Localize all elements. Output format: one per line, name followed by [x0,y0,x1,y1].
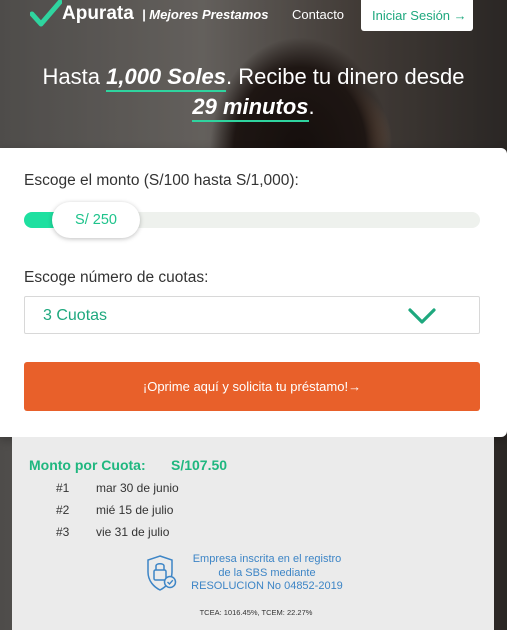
sbs-registration-text: Empresa inscrita en el registro de la SB… [172,553,362,594]
submit-label: ¡Oprime aquí y solicita tu préstamo! [142,379,349,394]
arrow-right-icon: → [348,379,362,394]
schedule-date: mar 30 de junio [96,481,179,495]
schedule-row: #2 mié 15 de julio [56,503,173,517]
navbar: Apurata | Mejores Prestamos Contacto Ini… [0,0,507,32]
headline-period: . [308,94,315,119]
check-logo-icon [30,0,62,27]
amount-slider-thumb[interactable]: S/ 250 [52,202,140,238]
amount-label: Escoge el monto (S/100 hasta S/1,000): [24,172,299,189]
contact-link[interactable]: Contacto [292,7,344,22]
login-button[interactable]: Iniciar Sesión → [361,0,473,31]
chevron-down-icon [408,308,436,324]
headline-time: 29 minutos [192,94,309,122]
schedule-row: #3 vie 31 de julio [56,525,169,539]
arrow-right-icon: → [453,8,467,23]
schedule-num: #2 [56,503,70,517]
headline-part2: . Recibe tu dinero desde [225,64,465,89]
loan-form-card: Escoge el monto (S/100 hasta S/1,000): S… [0,148,507,437]
brand-tagline: | Mejores Prestamos [142,7,269,22]
login-label: Iniciar Sesión [372,8,451,23]
schedule-date: mié 15 de julio [96,503,174,517]
submit-loan-button[interactable]: ¡Oprime aquí y solicita tu préstamo!→ [24,362,480,411]
sbs-line3: RESOLUCION No 04852-2019 [191,580,343,592]
monto-cuota-label: Monto por Cuota: [29,457,146,473]
monto-cuota-value: S/107.50 [171,457,228,473]
tcea-text: TCEA: 1016.45%, TCEM: 22.27% [199,608,313,617]
schedule-date: vie 31 de julio [96,525,170,539]
headline-amount: 1,000 Soles [106,64,226,92]
sbs-line1: Empresa inscrita en el registro [192,553,342,565]
schedule-row: #1 mar 30 de junio [56,481,179,495]
sbs-line2: de la SBS mediante [218,566,316,579]
payment-summary-panel: Monto por Cuota: S/107.50 #1 mar 30 de ju… [12,437,494,630]
brand-name[interactable]: Apurata [62,3,134,25]
schedule-num: #1 [56,481,70,495]
headline-part1: Hasta [42,64,107,89]
schedule-num: #3 [56,525,70,539]
cuotas-select[interactable]: 3 Cuotas [24,296,480,334]
hero-headline: Hasta 1,000 Soles. Recibe tu dinero desd… [0,62,507,122]
cuotas-value: 3 Cuotas [43,307,108,324]
cuotas-label: Escoge número de cuotas: [24,269,209,286]
